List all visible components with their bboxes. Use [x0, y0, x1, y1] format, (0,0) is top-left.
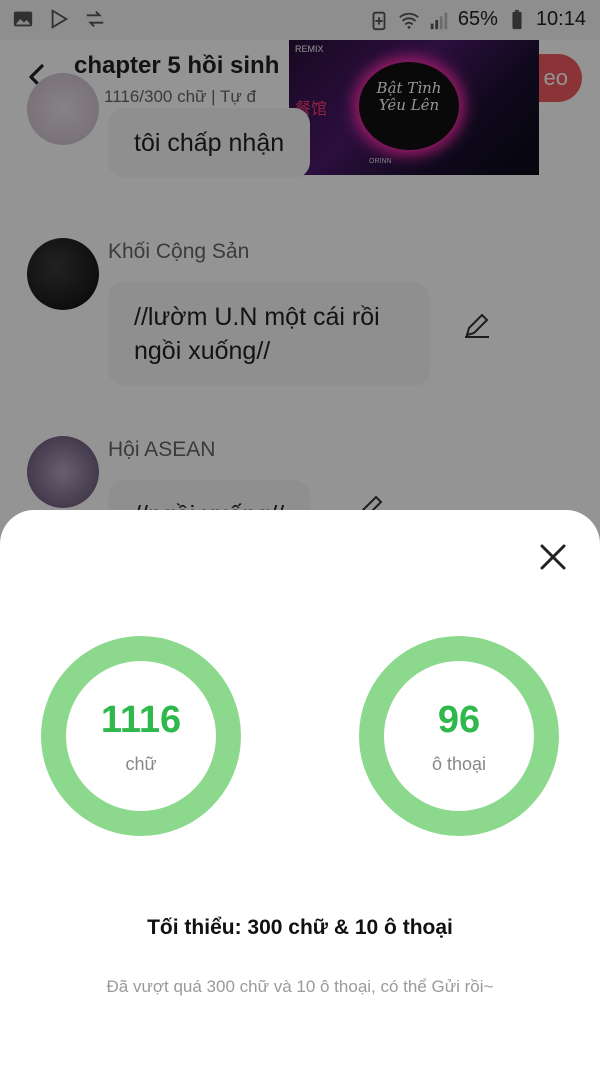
submit-hint: Đã vượt quá 300 chữ và 10 ô thoại, có th… [106, 977, 494, 996]
dialogue-count-ring: 96 ô thoại [359, 636, 559, 836]
minimum-requirement: Tối thiểu: 300 chữ & 10 ô thoại [147, 916, 453, 939]
dialogue-count-value: 96 [437, 698, 481, 741]
word-count-label: chữ [125, 753, 157, 774]
dialogue-count-label: ô thoại [431, 753, 487, 774]
word-count-value: 1116 [100, 698, 182, 741]
word-count-ring: 1116 chữ [41, 636, 241, 836]
close-icon[interactable] [536, 540, 570, 574]
word-count-sheet: 1116 chữ 96 ô thoại Tối thiểu: 300 chữ &… [0, 510, 600, 1067]
